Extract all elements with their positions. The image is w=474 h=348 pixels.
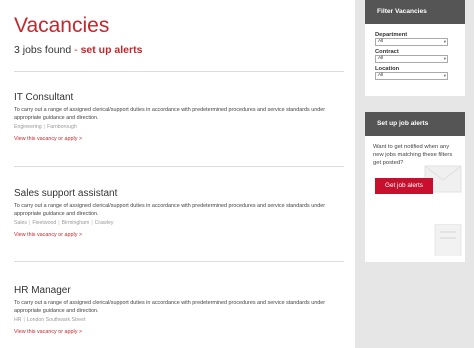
job-meta: Engineering | Farnborough [14,123,77,130]
divider [14,166,344,167]
document-icon [434,224,462,256]
job-title: Sales support assistant [14,188,118,199]
job-alerts-title: Set up job alerts [365,112,465,136]
job-title: IT Consultant [14,92,74,103]
job-alerts-panel: Set up job alerts Want to get notified w… [365,112,465,262]
job-location: Crawley [94,219,114,226]
get-job-alerts-button[interactable]: Get job alerts [375,178,433,194]
job-location: Birmingham [61,219,90,226]
job-department: Sales [14,219,27,226]
job-department: HR [14,316,22,323]
department-selected: All [378,39,384,44]
job-description: To carry out a range of assigned clerica… [14,300,326,315]
job-location: Fleetwood [32,219,57,226]
department-select[interactable]: All ▾ [375,38,448,46]
job-meta: Sales | Fleetwood | Birmingham | Crawley [14,219,114,226]
view-vacancy-link[interactable]: View this vacancy or apply > [14,232,344,238]
job-description: To carry out a range of assigned clerica… [14,203,326,218]
job-alerts-description: Want to get notified when any new jobs m… [373,144,453,166]
divider [14,71,344,72]
location-selected: All [378,73,384,78]
job-title: HR Manager [14,285,71,296]
chevron-down-icon: ▾ [443,73,446,78]
view-vacancy-link[interactable]: View this vacancy or apply > [14,136,344,142]
summary-separator: - [74,44,78,56]
chevron-down-icon: ▾ [443,56,446,61]
chevron-down-icon: ▾ [443,39,446,44]
page-title: Vacancies [14,14,110,37]
job-location: London Southwark Street [26,316,86,323]
filter-panel: Filter Vacancies Department All ▾ Contra… [365,0,465,96]
divider [14,261,344,262]
job-listing: IT Consultant To carry out a range of as… [14,92,344,142]
job-description: To carry out a range of assigned clerica… [14,107,326,122]
filter-panel-title: Filter Vacancies [365,0,465,24]
job-location: Farnborough [47,123,77,130]
contract-selected: All [378,56,384,61]
job-department: Engineering [14,123,42,130]
contract-select[interactable]: All ▾ [375,55,448,63]
location-select[interactable]: All ▾ [375,72,448,80]
job-listing: Sales support assistant To carry out a r… [14,188,344,238]
view-vacancy-link[interactable]: View this vacancy or apply > [14,329,344,335]
job-listing: HR Manager To carry out a range of assig… [14,285,344,335]
job-meta: HR | London Southwark Street [14,316,86,323]
set-up-alerts-link[interactable]: set up alerts [81,44,143,56]
jobs-count: 3 jobs found [14,44,72,56]
jobs-summary: 3 jobs found - set up alerts [14,44,142,56]
